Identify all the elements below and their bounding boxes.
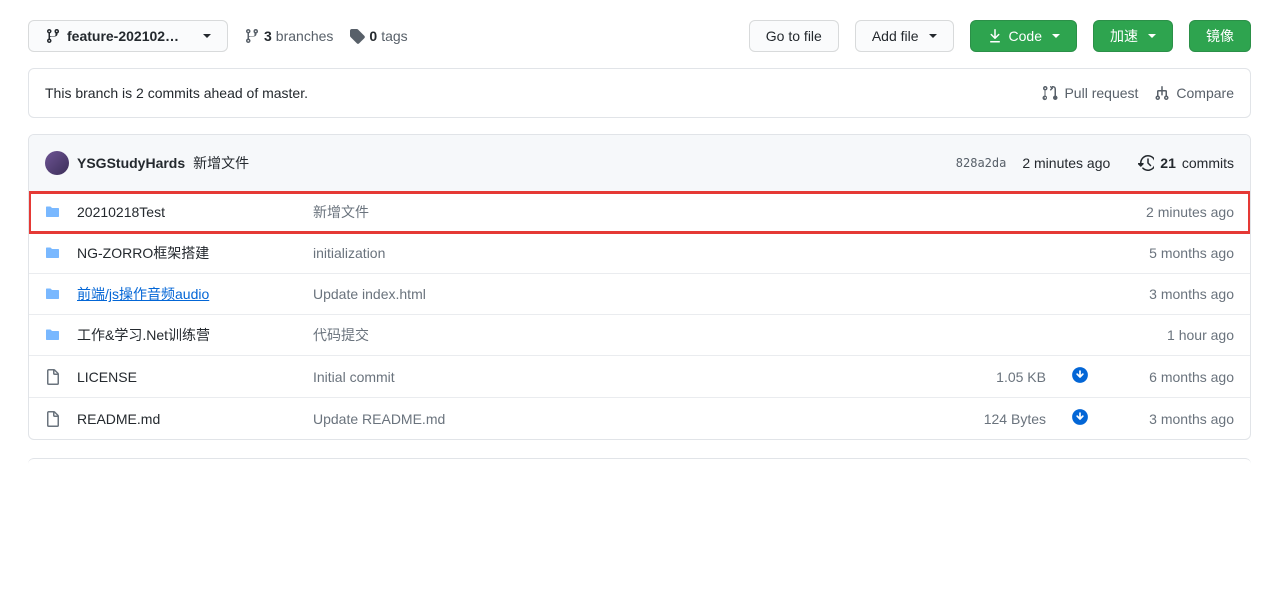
file-icon <box>45 411 61 427</box>
file-icon <box>45 369 61 385</box>
branches-count: 3 <box>264 28 272 44</box>
commit-message-cell[interactable]: Update README.md <box>313 411 940 427</box>
download-cell <box>1062 408 1098 429</box>
latest-commit-header: YSGStudyHards 新增文件 828a2da 2 minutes ago… <box>29 135 1250 192</box>
cloud-download-icon[interactable] <box>1071 408 1089 426</box>
commit-message-cell[interactable]: 代码提交 <box>313 325 940 345</box>
file-name-cell: README.md <box>77 411 297 427</box>
accelerate-label: 加速 <box>1110 26 1138 46</box>
chevron-down-icon <box>1148 34 1156 38</box>
code-button[interactable]: Code <box>970 20 1077 52</box>
branches-label: branches <box>276 28 334 44</box>
file-row: 20210218Test 新增文件 2 minutes ago <box>29 192 1250 233</box>
file-list: 20210218Test 新增文件 2 minutes ago NG-ZORRO框架搭… <box>29 192 1250 439</box>
file-name-cell: NG-ZORRO框架搭建 <box>77 243 297 263</box>
commits-count: 21 <box>1160 155 1176 171</box>
commit-message-cell[interactable]: initialization <box>313 245 940 261</box>
file-row: LICENSE Initial commit 1.05 KB 6 months ago <box>29 356 1250 398</box>
file-row: NG-ZORRO框架搭建 initialization 5 months ago <box>29 233 1250 274</box>
file-name-cell: LICENSE <box>77 369 297 385</box>
commits-label: commits <box>1182 155 1234 171</box>
git-branch-icon <box>244 28 260 44</box>
file-row: 工作&学习.Net训练营 代码提交 1 hour ago <box>29 315 1250 356</box>
file-row: README.md Update README.md 124 Bytes 3 mont… <box>29 398 1250 439</box>
commit-author[interactable]: YSGStudyHards <box>77 155 185 171</box>
branch-compare-text: This branch is 2 commits ahead of master… <box>45 85 308 101</box>
pull-request-label: Pull request <box>1064 85 1138 101</box>
go-to-file-button[interactable]: Go to file <box>749 20 839 52</box>
commit-message-cell[interactable]: Initial commit <box>313 369 940 385</box>
download-icon <box>987 28 1003 44</box>
file-name-cell: 工作&学习.Net训练营 <box>77 325 297 345</box>
folder-icon <box>45 286 61 302</box>
file-time-cell: 2 minutes ago <box>1114 204 1234 220</box>
add-file-button[interactable]: Add file <box>855 20 954 52</box>
history-icon <box>1138 155 1154 171</box>
branches-link[interactable]: 3 branches <box>244 28 333 44</box>
tags-count: 0 <box>369 28 377 44</box>
tags-link[interactable]: 0 tags <box>349 28 407 44</box>
repo-toolbar: feature-202102… 3 branches 0 tags Go to … <box>28 20 1251 52</box>
file-time-cell: 5 months ago <box>1114 245 1234 261</box>
file-name-link[interactable]: 前端/js操作音频audio <box>77 286 209 302</box>
pull-request-link[interactable]: Pull request <box>1042 85 1138 101</box>
compare-link[interactable]: Compare <box>1154 85 1234 101</box>
chevron-down-icon <box>203 34 211 38</box>
commits-history-link[interactable]: 21 commits <box>1138 155 1234 171</box>
commit-message-cell[interactable]: Update index.html <box>313 286 940 302</box>
commit-message-cell[interactable]: 新增文件 <box>313 202 940 222</box>
branch-name: feature-202102… <box>67 26 193 46</box>
compare-label: Compare <box>1176 85 1234 101</box>
mirror-button[interactable]: 镜像 <box>1189 20 1251 52</box>
compare-icon <box>1154 85 1170 101</box>
folder-icon <box>45 204 61 220</box>
file-name-cell: 20210218Test <box>77 204 297 220</box>
cloud-download-icon[interactable] <box>1071 366 1089 384</box>
file-name-link[interactable]: 20210218Test <box>77 204 165 220</box>
files-container: YSGStudyHards 新增文件 828a2da 2 minutes ago… <box>28 134 1251 440</box>
tag-icon <box>349 28 365 44</box>
file-name-link[interactable]: LICENSE <box>77 369 137 385</box>
download-cell <box>1062 366 1098 387</box>
file-size-cell: 1.05 KB <box>956 369 1046 385</box>
folder-icon <box>45 245 61 261</box>
branch-compare-banner: This branch is 2 commits ahead of master… <box>28 68 1251 118</box>
add-file-label: Add file <box>872 26 919 46</box>
commit-sha[interactable]: 828a2da <box>956 156 1007 170</box>
commit-time[interactable]: 2 minutes ago <box>1022 155 1110 171</box>
branch-select-button[interactable]: feature-202102… <box>28 20 228 52</box>
chevron-down-icon <box>1052 34 1060 38</box>
branch-compare-actions: Pull request Compare <box>1042 85 1234 101</box>
git-branch-icon <box>45 28 61 44</box>
file-time-cell: 6 months ago <box>1114 369 1234 385</box>
file-name-link[interactable]: 工作&学习.Net训练营 <box>77 327 210 343</box>
pull-request-icon <box>1042 85 1058 101</box>
chevron-down-icon <box>929 34 937 38</box>
file-time-cell: 3 months ago <box>1114 411 1234 427</box>
tags-label: tags <box>381 28 407 44</box>
file-time-cell: 3 months ago <box>1114 286 1234 302</box>
code-label: Code <box>1009 26 1042 46</box>
folder-icon <box>45 327 61 343</box>
file-name-link[interactable]: README.md <box>77 411 160 427</box>
file-row: 前端/js操作音频audio Update index.html 3 months … <box>29 274 1250 315</box>
divider <box>28 458 1251 464</box>
commit-message[interactable]: 新增文件 <box>193 153 249 173</box>
file-name-link[interactable]: NG-ZORRO框架搭建 <box>77 245 209 261</box>
file-name-cell: 前端/js操作音频audio <box>77 284 297 304</box>
file-size-cell: 124 Bytes <box>956 411 1046 427</box>
file-time-cell: 1 hour ago <box>1114 327 1234 343</box>
accelerate-button[interactable]: 加速 <box>1093 20 1173 52</box>
avatar[interactable] <box>45 151 69 175</box>
